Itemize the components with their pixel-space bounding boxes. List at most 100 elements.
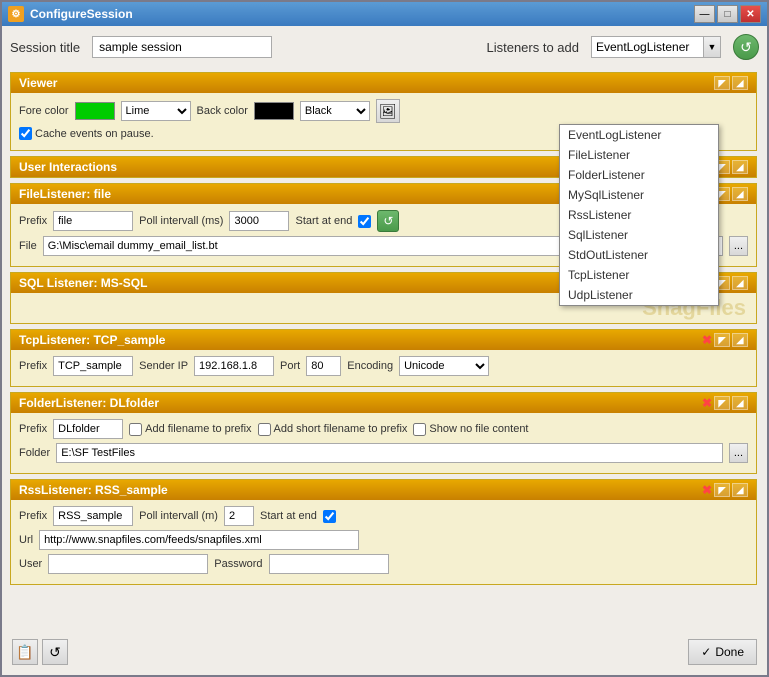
window-icon: ⚙ [8,6,24,22]
rss-prefix-input[interactable] [53,506,133,526]
folder-show-no-file-checkbox[interactable] [413,423,426,436]
folder-resize-btn-1[interactable]: ◤ [714,396,730,410]
footer: 📋 ↺ ✓ Done [10,635,759,667]
rss-password-input[interactable] [269,554,389,574]
listeners-to-add-label: Listeners to add [486,40,579,55]
viewer-resize-btn-2[interactable]: ◢ [732,76,748,90]
tcp-sender-input[interactable] [194,356,274,376]
title-bar: ⚙ ConfigureSession — □ ✕ [2,2,767,26]
fl-prefix-input[interactable] [53,211,133,231]
listeners-select[interactable]: EventLogListenerFileListenerFolderListen… [591,36,721,58]
fore-color-select[interactable]: Lime [121,101,191,121]
rss-section-controls: ✖ ◤ ◢ [702,483,748,497]
back-color-label: Back color [197,105,248,117]
folder-listener-prefix-row: Prefix Add filename to prefix Add short … [19,419,748,439]
done-button[interactable]: ✓ Done [688,639,757,665]
session-title-input[interactable] [92,36,272,58]
viewer-icon-button[interactable]: 🖼 [376,99,400,123]
folder-add-filename-label[interactable]: Add filename to prefix [129,423,251,436]
tcp-listener-section: TcpListener: TCP_sample ✖ ◤ ◢ Prefix Sen… [10,329,757,387]
folder-add-short-checkbox[interactable] [258,423,271,436]
folder-listener-title: FolderListener: DLfolder [19,396,159,410]
tcp-encoding-label: Encoding [347,360,393,372]
folder-prefix-input[interactable] [53,419,123,439]
folder-prefix-label: Prefix [19,423,47,435]
ui-section-controls: ◤ ◢ [714,160,748,174]
folder-folder-label: Folder [19,447,50,459]
sql-resize-btn-2[interactable]: ◢ [732,276,748,290]
tcp-section-controls: ✖ ◤ ◢ [702,333,748,347]
fl-refresh-button[interactable]: ↺ [377,210,399,232]
ui-resize-btn-2[interactable]: ◢ [732,160,748,174]
folder-path-input[interactable] [56,443,723,463]
rss-start-label: Start at end [260,510,317,522]
rss-user-label: User [19,558,42,570]
folder-add-filename-checkbox[interactable] [129,423,142,436]
tcp-resize-btn-2[interactable]: ◢ [732,333,748,347]
folder-add-short-label[interactable]: Add short filename to prefix [258,423,408,436]
tcp-port-input[interactable] [306,356,341,376]
fl-prefix-label: Prefix [19,215,47,227]
rss-resize-btn-2[interactable]: ◢ [732,483,748,497]
tcp-resize-btn-1[interactable]: ◤ [714,333,730,347]
tcp-encoding-select[interactable]: Unicode ASCII UTF-8 [399,356,489,376]
dropdown-item-stdout[interactable]: StdOutListener [560,245,718,265]
folder-section-controls: ✖ ◤ ◢ [702,396,748,410]
back-color-swatch[interactable] [254,102,294,120]
add-listener-button[interactable]: ↺ [733,34,759,60]
done-label: Done [715,645,744,659]
rss-listener-url-row: Url [19,530,748,550]
folder-listener-remove-icon[interactable]: ✖ [702,396,712,410]
fl-file-label: File [19,240,37,252]
tcp-listener-fields-row: Prefix Sender IP Port Encoding Unicode A… [19,356,748,376]
fl-start-checkbox[interactable] [358,215,371,228]
viewer-resize-btn-1[interactable]: ◤ [714,76,730,90]
minimize-button[interactable]: — [694,5,715,23]
dropdown-item-folder[interactable]: FolderListener [560,165,718,185]
rss-password-label: Password [214,558,262,570]
folder-listener-header: FolderListener: DLfolder ✖ ◤ ◢ [11,393,756,413]
tcp-listener-remove-icon[interactable]: ✖ [702,333,712,347]
folder-show-no-file-label[interactable]: Show no file content [413,423,528,436]
close-button[interactable]: ✕ [740,5,761,23]
rss-poll-input[interactable] [224,506,254,526]
dropdown-item-eventlog[interactable]: EventLogListener [560,125,718,145]
dropdown-item-rss[interactable]: RssListener [560,205,718,225]
folder-listener-folder-row: Folder ... [19,443,748,463]
dropdown-item-udp[interactable]: UdpListener [560,285,718,305]
footer-btn-2[interactable]: ↺ [42,639,68,665]
folder-listener-body: Prefix Add filename to prefix Add short … [11,413,756,473]
rss-listener-remove-icon[interactable]: ✖ [702,483,712,497]
folder-resize-btn-2[interactable]: ◢ [732,396,748,410]
tcp-listener-body: Prefix Sender IP Port Encoding Unicode A… [11,350,756,386]
cache-events-label[interactable]: Cache events on pause. [19,127,154,140]
main-window: ⚙ ConfigureSession — □ ✕ Session title L… [0,0,769,677]
footer-left-buttons: 📋 ↺ [12,639,68,665]
cache-events-checkbox[interactable] [19,127,32,140]
viewer-section-header: Viewer ◤ ◢ [11,73,756,93]
footer-btn-1[interactable]: 📋 [12,639,38,665]
rss-resize-btn-1[interactable]: ◤ [714,483,730,497]
fl-poll-label: Poll intervall (ms) [139,215,223,227]
dropdown-item-file[interactable]: FileListener [560,145,718,165]
rss-url-input[interactable] [39,530,359,550]
fl-browse-button[interactable]: ... [729,236,748,256]
back-color-select[interactable]: Black [300,101,370,121]
fl-resize-btn-2[interactable]: ◢ [732,187,748,201]
listeners-dropdown-menu: EventLogListener FileListener FolderList… [559,124,719,306]
fore-color-swatch[interactable] [75,102,115,120]
dropdown-item-mysql[interactable]: MySqlListener [560,185,718,205]
dropdown-item-tcp[interactable]: TcpListener [560,265,718,285]
sql-listener-title: SQL Listener: MS-SQL [19,276,147,290]
window-title: ConfigureSession [30,7,133,21]
rss-start-checkbox[interactable] [323,510,336,523]
rss-user-input[interactable] [48,554,208,574]
fl-poll-input[interactable] [229,211,289,231]
tcp-prefix-input[interactable] [53,356,133,376]
dropdown-arrow-button[interactable]: ▼ [703,36,721,58]
header-row: Session title Listeners to add EventLogL… [10,34,759,60]
viewer-color-row: Fore color Lime Back color Black 🖼 [19,99,748,123]
dropdown-item-sql[interactable]: SqlListener [560,225,718,245]
maximize-button[interactable]: □ [717,5,738,23]
folder-browse-button[interactable]: ... [729,443,748,463]
